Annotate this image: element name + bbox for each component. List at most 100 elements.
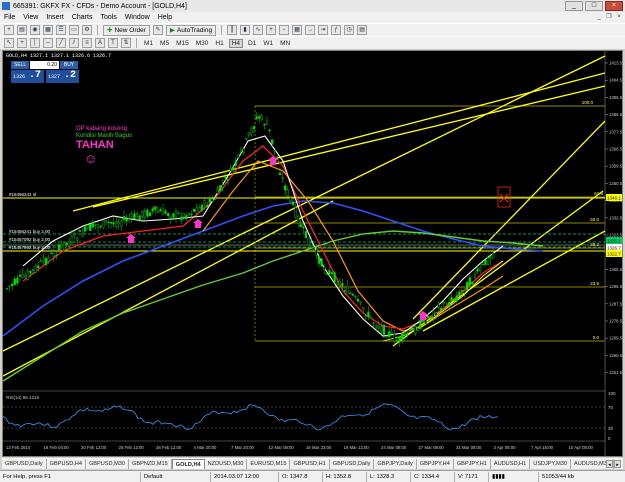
maximize-button[interactable]: □ [585,1,603,11]
market-watch-icon[interactable]: ◉ [30,25,40,35]
new-order-button[interactable]: ✚ New Order [103,24,150,36]
rsi-line [3,403,499,431]
trendline-icon[interactable]: ╱ [56,38,66,48]
close-button[interactable]: × [605,1,623,11]
timeframe-m1[interactable]: M1 [142,40,155,47]
channel-icon[interactable]: ⫽ [69,38,79,48]
price-axis-label: 1377.5 [609,129,622,134]
mdi-restore-icon[interactable]: ❐ [605,13,613,21]
candle-body [372,322,375,324]
chart-tab[interactable]: GBPUSD,H1 [290,459,330,469]
tile-windows-icon[interactable]: ▦ [292,25,303,35]
chart-tab[interactable]: EURUSD,M15 [247,459,291,469]
menu-help[interactable]: Help [158,14,172,21]
candle-body [414,326,417,334]
chart-tab[interactable]: GBPJPY,H1 [454,459,491,469]
arrows-icon[interactable]: ⇅ [121,38,131,48]
tab-scroll-left-icon[interactable]: ◂ [606,460,613,468]
timeframe-w1[interactable]: W1 [261,40,275,47]
chart-tab[interactable]: NZDUSD,M30 [205,459,248,469]
candlestick-icon[interactable]: ▮ [240,25,251,35]
chart-tab[interactable]: GBPUSD,H4 [47,459,86,469]
chart-tab[interactable]: USDJPY,M30 [530,459,571,469]
chart-tab[interactable]: AUDUSD,H1 [491,459,531,469]
chart-tab[interactable]: GBPUSD,Daily [2,459,47,469]
chart-tab[interactable]: GBPJPY,H4 [417,459,454,469]
timeframe-h1[interactable]: H1 [213,40,225,47]
buy-price[interactable]: 1327 .2 [46,70,79,83]
bar-chart-icon[interactable]: ┃ [227,25,238,35]
menu-charts[interactable]: Charts [72,14,93,21]
templates-icon[interactable]: ▤ [357,25,368,35]
trendlines[interactable] [3,55,606,377]
metaeditor-icon[interactable]: ✎ [152,25,163,35]
profiles-icon[interactable]: ▤ [17,25,27,35]
line-chart-icon[interactable]: ∿ [253,25,264,35]
autoscroll-icon[interactable]: → [305,25,316,35]
price-axis-label: 1296.5 [609,284,622,289]
candle-body [377,326,380,329]
crosshair-icon[interactable]: + [17,38,27,48]
zoom-in-icon[interactable]: + [266,25,277,35]
chart-tab[interactable]: GBPNZD,M15 [129,459,172,469]
horizontal-line-icon[interactable]: ─ [43,38,53,48]
timeframe-d1[interactable]: D1 [246,40,258,47]
menu-window[interactable]: Window [125,14,150,21]
candle-body [479,267,482,271]
vertical-line-icon[interactable]: │ [30,38,40,48]
chart-window[interactable]: 100.0 61.8 50.0 38.2 23.6 0.0 #15456241 … [2,50,623,457]
time-axis-label: 16 Mar 23:00 [306,445,332,450]
rsi-axis-bottom: 0 [608,436,611,441]
minimize-button[interactable]: _ [565,1,583,11]
candle-body [154,206,157,210]
periods-icon[interactable]: ◷ [344,25,355,35]
candle-body [367,311,370,318]
text-icon[interactable]: A [95,38,105,48]
chart-shift-icon[interactable]: ⇥ [318,25,329,35]
toolbar-separator [136,38,137,48]
lot-size-input[interactable]: 0.20 [30,61,59,69]
price-tag-line: 1322.7 [607,252,621,257]
candle-body [364,315,367,318]
trendline-rising-1 [392,190,604,347]
candle-body [351,294,354,296]
sell-button[interactable]: SELL [11,61,29,69]
fibonacci-icon[interactable]: ≡ [82,38,92,48]
mdi-close-icon[interactable]: × [615,13,623,21]
mdi-minimize-icon[interactable]: _ [595,13,603,21]
navigator-icon[interactable]: ☰ [56,25,66,35]
menu-tools[interactable]: Tools [100,14,116,21]
strategy-tester-icon[interactable]: ⚙ [82,25,92,35]
indicators-icon[interactable]: ƒ [331,25,342,35]
timeframe-h4[interactable]: H4 [228,38,243,48]
candle-body [94,224,97,226]
chart-tab[interactable]: GOLD,H4 [171,459,205,469]
price-axis-label: 1323.5 [609,233,622,238]
chart-tab[interactable]: GBPJPY,Daily [374,459,417,469]
data-window-icon[interactable]: ▦ [43,25,53,35]
time-axis-label: 27 Mar 08:00 [419,445,445,450]
status-connection-icon[interactable]: ▮▮▮▮ [488,471,538,482]
buy-button[interactable]: BUY [60,61,78,69]
timeframe-mn[interactable]: MN [278,40,292,47]
menu-view[interactable]: View [23,14,38,21]
autotrading-button[interactable]: ▶ AutoTrading [165,24,217,36]
chart-tab[interactable]: GBPUSD,M30 [86,459,130,469]
time-axis-label: 7 Apr 16:00 [531,445,554,450]
timeframe-m15[interactable]: M15 [174,40,191,47]
new-chart-icon[interactable]: + [4,25,14,35]
candle-body [263,124,266,126]
terminal-icon[interactable]: ▭ [69,25,79,35]
label-icon[interactable]: T [108,38,118,48]
zoom-out-icon[interactable]: − [279,25,290,35]
sell-price[interactable]: 1326 .7 [11,70,44,83]
order-label-buy-3: #15457992 buy 2.00 [9,245,51,250]
timeframe-m5[interactable]: M5 [158,40,171,47]
menu-file[interactable]: File [4,14,15,21]
timeframe-m30[interactable]: M30 [194,40,211,47]
chart-tab[interactable]: GBPUSD,Daily [330,459,375,469]
menu-insert[interactable]: Insert [46,14,64,21]
tab-scroll-right-icon[interactable]: ▸ [614,460,621,468]
cursor-icon[interactable]: ↖ [4,38,14,48]
chart-canvas[interactable]: 100.0 61.8 50.0 38.2 23.6 0.0 #15456241 … [3,51,622,456]
